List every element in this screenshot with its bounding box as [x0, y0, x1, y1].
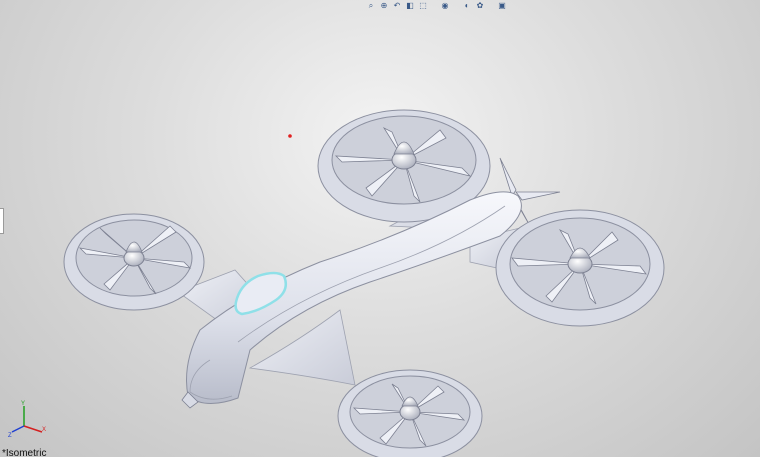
drone-3d-model[interactable]	[0, 0, 760, 457]
triad-z-axis	[11, 425, 25, 433]
graphics-area[interactable]: ⌕ ⊕ ↶ ◧ ⬚ ◉ ◐ ✿ ▣ Y X Z *Isometric	[0, 0, 760, 459]
view-orientation-label: *Isometric	[2, 448, 47, 459]
rotor-ring-rear-left	[63, 213, 205, 311]
rotor-ring-front-right	[495, 209, 665, 327]
reference-triad: Y X Z	[8, 401, 46, 438]
origin-point-marker	[288, 134, 292, 138]
triad-y-label: Y	[21, 401, 25, 407]
rotor-ring-front-left	[337, 369, 483, 457]
triad-x-label: X	[42, 427, 46, 433]
triad-z-label: Z	[8, 433, 12, 438]
triad-x-axis	[23, 425, 43, 433]
